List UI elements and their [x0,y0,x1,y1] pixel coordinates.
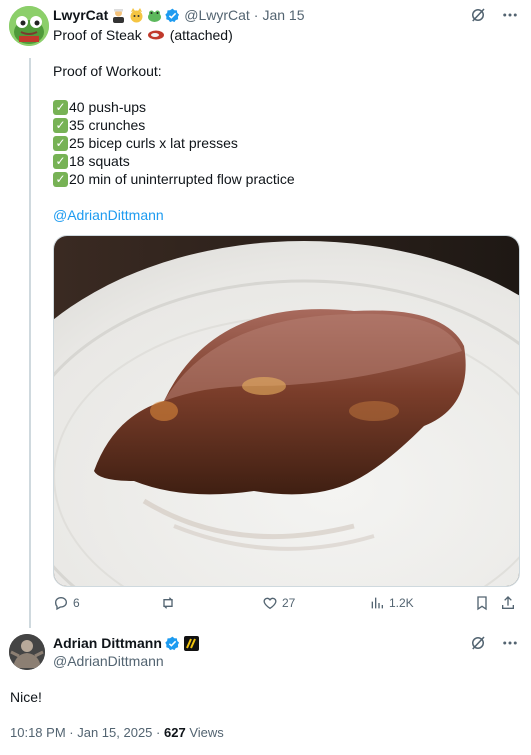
tweet-top-actions [469,6,519,24]
more-icon[interactable] [501,6,519,24]
handle[interactable]: @AdrianDittmann [53,653,164,669]
bookmark-button[interactable] [474,595,490,611]
tweet-header: LwyrCat @LwyrCat · Jan 15 [53,6,305,24]
verified-icon [165,8,180,22]
affiliate-badge-icon [183,635,199,651]
views-count: 1.2K [389,596,414,610]
reply-header: Adrian Dittmann @AdrianDittmann [53,634,199,670]
check-mark-icon: ✓ [53,117,68,133]
reply-metadata: 10:18 PM · Jan 15, 2025 · 627 Views [10,725,224,740]
check-mark-icon: ✓ [53,153,68,169]
workout-item: 18 squats [69,153,130,169]
tweet-line: Proof of Steak [53,27,142,43]
tweet-line: Proof of Workout: [53,63,162,79]
reply-count: 6 [73,596,80,610]
check-mark-icon: ✓ [53,171,68,187]
separator-dot: · [253,7,259,23]
display-name[interactable]: Adrian Dittmann [53,635,162,651]
display-name[interactable]: LwyrCat [53,7,108,23]
handle[interactable]: @LwyrCat [184,7,250,23]
views-icon [371,597,383,609]
mention-link[interactable]: @AdrianDittmann [53,206,164,224]
reply-views-count: 627 [164,725,186,740]
workout-item: 35 crunches [69,117,146,133]
frog-emoji-icon [147,8,162,23]
tweet-line: (attached) [169,27,233,43]
share-button[interactable] [500,595,516,611]
repost-icon [163,597,173,609]
reply-views-label: Views [189,725,224,740]
reply-body: Nice! [10,689,42,705]
like-button[interactable]: 27 [262,595,295,611]
bookmark-icon [477,596,487,611]
avatar[interactable] [9,6,49,46]
repost-button[interactable] [160,595,180,611]
like-icon [263,597,277,610]
grok-icon[interactable] [469,6,487,24]
cat-emoji-icon [129,7,144,23]
reply-date[interactable]: Jan 15, 2025 [77,725,152,740]
tweet-date[interactable]: Jan 15 [262,7,304,23]
more-icon[interactable] [501,634,519,652]
check-mark-icon: ✓ [53,135,68,151]
reply-top-actions [469,634,519,652]
steak-emoji-icon [147,30,164,40]
reply-icon [54,596,68,611]
tweet-actions: 6 27 1.2K [53,595,518,615]
views-button[interactable]: 1.2K [369,595,414,611]
grok-icon[interactable] [469,634,487,652]
workout-item: 25 bicep curls x lat presses [69,135,238,151]
steak-photo-image [54,236,519,586]
verified-icon [165,636,179,650]
tweet-body: Proof of Steak (attached) Proof of Worko… [53,26,513,224]
reply-button[interactable]: 6 [53,595,80,611]
avatar[interactable] [9,634,45,670]
judge-emoji-icon [111,8,126,23]
workout-item: 20 min of uninterrupted flow practice [69,171,295,187]
reply-time[interactable]: 10:18 PM [10,725,66,740]
person-avatar-icon [9,634,45,670]
share-icon [502,596,514,609]
tweet-photo[interactable] [53,235,520,587]
like-count: 27 [282,596,296,610]
frog-avatar-icon [9,6,49,46]
workout-item: 40 push-ups [69,99,147,115]
check-mark-icon: ✓ [53,99,68,115]
thread-connector-line [29,58,31,628]
